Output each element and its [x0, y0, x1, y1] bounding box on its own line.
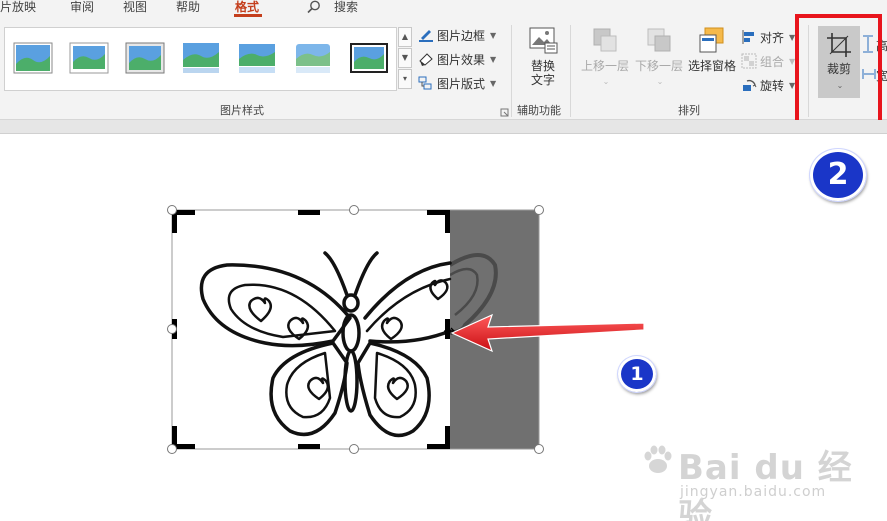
group-label-accessibility: 辅助功能	[517, 104, 561, 117]
group-separator	[511, 25, 512, 117]
rotate-button[interactable]: 旋转 ▼	[741, 76, 795, 94]
selection-pane-button[interactable]: 选择窗格	[686, 25, 738, 73]
step-1-badge: 1	[617, 355, 657, 393]
chevron-down-icon: ⌄	[656, 77, 664, 86]
style-thumbnail[interactable]	[125, 42, 165, 74]
search-label[interactable]: 搜索	[334, 0, 358, 15]
gallery-scrollbar: ▲ ▼ ▾	[398, 27, 412, 91]
group-separator	[570, 25, 571, 117]
gallery-scroll-up-button[interactable]: ▲	[398, 27, 412, 47]
gallery-scroll-down-button[interactable]: ▼	[398, 48, 412, 68]
style-thumbnail[interactable]	[181, 42, 221, 74]
style-thumbnail[interactable]	[69, 42, 109, 74]
chevron-down-icon: ▼	[490, 54, 497, 64]
tab-help[interactable]: 帮助	[176, 0, 200, 15]
group-label-arrange: 排列	[678, 104, 700, 117]
red-arrow-annotation	[450, 313, 645, 353]
alt-text-icon	[529, 27, 558, 54]
picture-effects-button[interactable]: 图片效果 ▼	[418, 50, 496, 68]
align-button[interactable]: 对齐 ▼	[741, 28, 795, 46]
alt-text-button[interactable]: 替换 文字	[524, 25, 562, 87]
style-thumbnail[interactable]	[237, 42, 277, 74]
group-button[interactable]: 组合 ▼	[741, 52, 795, 70]
layout-icon	[418, 76, 432, 90]
chevron-down-icon: ▼	[490, 78, 497, 88]
group-label-picture-styles: 图片样式	[220, 104, 264, 117]
chevron-down-icon: ⌄	[602, 77, 610, 86]
ribbon-tab-bar: 片放映 审阅 视图 帮助 格式 搜索	[0, 0, 887, 17]
watermark-text: Bai du 经验	[678, 448, 853, 521]
picture-layout-button[interactable]: 图片版式 ▼	[418, 74, 496, 92]
step-2-badge: 2	[809, 148, 867, 202]
crop-highlight-box	[795, 14, 882, 129]
pen-border-icon	[419, 30, 433, 42]
picture-styles-gallery	[4, 27, 397, 91]
watermark-url: jingyan.baidu.com	[680, 484, 827, 500]
dialog-launcher-icon[interactable]	[500, 108, 509, 117]
selection-pane-icon	[699, 27, 724, 53]
tab-view[interactable]: 视图	[123, 0, 147, 15]
ribbon: ▲ ▼ ▾ 图片边框 ▼ 图片效果 ▼ 图片版式 ▼ 图片样式 替换 文字 辅助功能 …	[0, 17, 887, 120]
gallery-more-button[interactable]: ▾	[398, 69, 412, 89]
send-backward-icon	[647, 28, 671, 52]
ribbon-bottom-strip	[0, 120, 887, 134]
align-icon	[742, 30, 754, 44]
tab-slideshow[interactable]: 片放映	[0, 0, 36, 15]
tab-format[interactable]: 格式	[235, 0, 259, 15]
style-thumbnail[interactable]	[349, 42, 389, 74]
picture-border-button[interactable]: 图片边框 ▼	[418, 26, 496, 44]
rotate-icon	[743, 79, 757, 91]
send-backward-button[interactable]: 下移一层 ⌄	[634, 25, 684, 87]
baidu-watermark: Bai du 经验 jingyan.baidu.com	[640, 440, 880, 521]
style-thumbnail[interactable]	[13, 42, 53, 74]
bring-forward-button[interactable]: 上移一层 ⌄	[580, 25, 630, 87]
tab-review[interactable]: 审阅	[70, 0, 94, 15]
chevron-down-icon: ▼	[490, 30, 497, 40]
style-thumbnail[interactable]	[293, 42, 333, 74]
search-icon[interactable]	[307, 0, 321, 14]
bring-forward-icon	[593, 28, 617, 52]
effects-icon	[419, 53, 433, 66]
paw-logo-icon	[644, 445, 672, 473]
group-objects-icon	[741, 53, 757, 69]
